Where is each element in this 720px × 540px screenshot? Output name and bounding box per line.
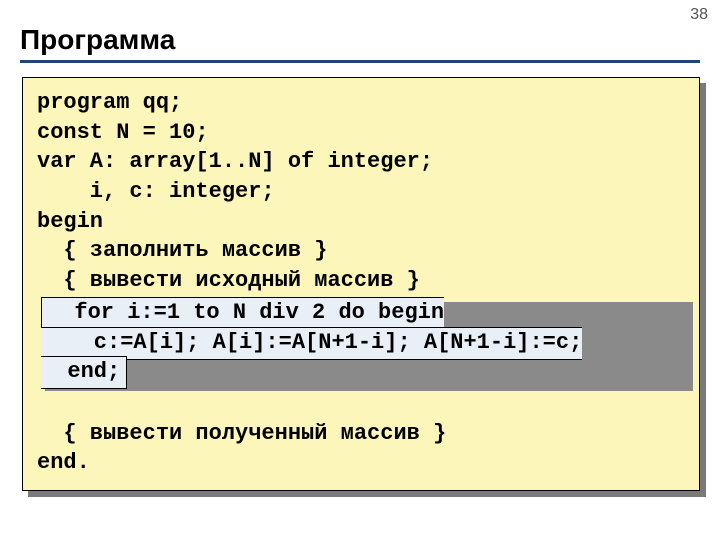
- highlight-block-shadow: for i:=1 to N div 2 do begin c:=A[i]; A[…: [41, 298, 689, 387]
- code-line: program qq;: [37, 90, 182, 115]
- code-line: { вывести исходный массив }: [37, 268, 420, 293]
- page-number: 38: [690, 6, 708, 24]
- code-line: { заполнить массив }: [37, 238, 327, 263]
- code-block-shadow: program qq; const N = 10; var A: array[1…: [22, 77, 700, 491]
- code-line: for i:=1 to N div 2 do begin: [48, 300, 444, 325]
- title-rule: [20, 60, 700, 63]
- code-line: c:=A[i]; A[i]:=A[N+1-i]; A[N+1-i]:=c;: [41, 330, 582, 355]
- code-line: const N = 10;: [37, 120, 209, 145]
- code-line: begin: [37, 209, 103, 234]
- highlight-block: for i:=1 to N div 2 do begin c:=A[i]; A[…: [41, 297, 582, 389]
- code-block: program qq; const N = 10; var A: array[1…: [22, 77, 700, 491]
- code-line: end;: [41, 359, 120, 384]
- code-line: { вывести полученный массив }: [37, 421, 446, 446]
- slide-title: Программа: [20, 24, 700, 56]
- code-line: end.: [37, 450, 90, 475]
- slide: 38 Программа program qq; const N = 10; v…: [0, 0, 720, 540]
- code-line: var A: array[1..N] of integer;: [37, 149, 433, 174]
- code-line: i, c: integer;: [37, 179, 275, 204]
